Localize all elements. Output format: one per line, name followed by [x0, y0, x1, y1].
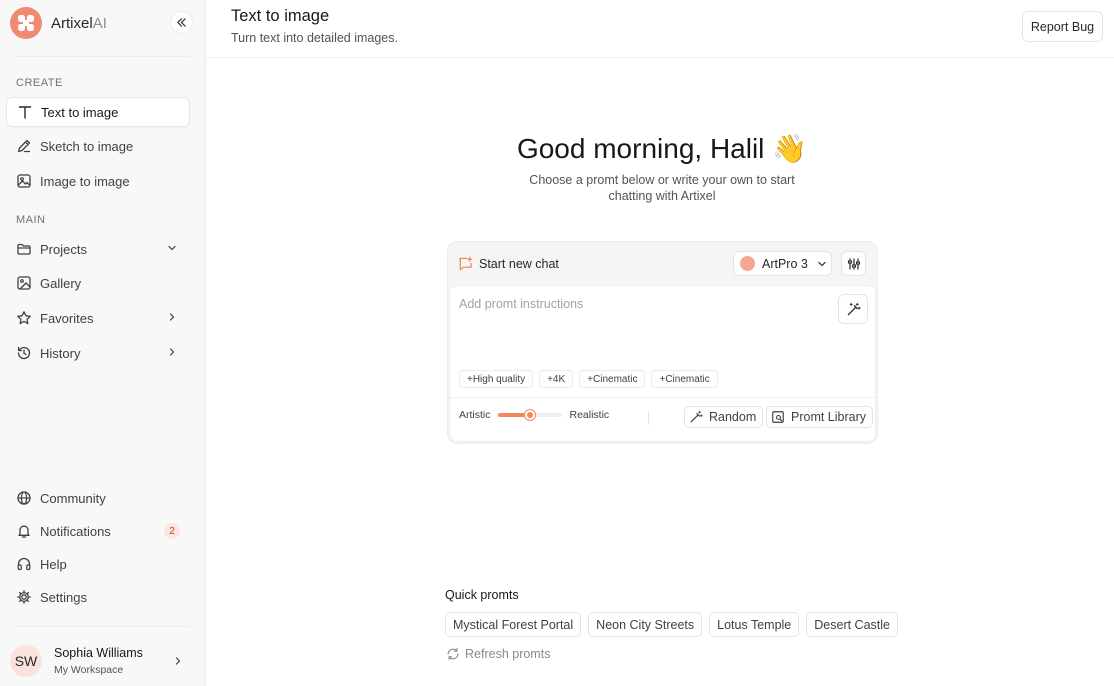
- modifier-chip[interactable]: +High quality: [459, 370, 534, 388]
- sliders-icon: [847, 258, 860, 269]
- collapse-sidebar-button[interactable]: [170, 11, 193, 34]
- slider-left-label: Artistic: [459, 409, 491, 421]
- nav-label: History: [40, 345, 81, 361]
- divider: [648, 411, 649, 425]
- modifier-chips: +High quality +4K +Cinematic +Cinematic: [459, 370, 718, 388]
- style-slider-row: Artistic Realistic: [459, 409, 609, 421]
- brand[interactable]: ArtixelAI: [10, 7, 107, 39]
- chevron-down-icon: [816, 258, 828, 270]
- notification-count-badge: 2: [164, 523, 180, 539]
- history-icon: [16, 345, 32, 361]
- start-new-chat-button[interactable]: Start new chat: [458, 256, 559, 271]
- nav-label: Favorites: [40, 310, 94, 326]
- modifier-chip[interactable]: +Cinematic: [651, 370, 718, 388]
- enhance-prompt-button[interactable]: [838, 294, 868, 324]
- nav-label: Image to image: [40, 173, 130, 189]
- modifier-chip[interactable]: +Cinematic: [579, 370, 646, 388]
- chevron-right-icon: [172, 655, 184, 667]
- nav-item-favorites[interactable]: Favorites: [6, 303, 190, 333]
- nav-item-history[interactable]: History: [6, 338, 190, 368]
- nav-item-community[interactable]: Community: [6, 483, 190, 513]
- nav-item-image-to-image[interactable]: Image to image: [6, 166, 190, 196]
- quick-prompts-list: Mystical Forest Portal Neon City Streets…: [445, 612, 898, 637]
- magic-wand-icon: [689, 410, 703, 424]
- section-label-create: CREATE: [16, 77, 63, 89]
- model-select[interactable]: ArtPro 3: [733, 251, 832, 276]
- nav-label: Notifications: [40, 523, 111, 539]
- artixel-logo-icon: [10, 7, 42, 39]
- chevrons-left-icon: [177, 18, 186, 27]
- refresh-icon: [446, 647, 460, 661]
- divider: [450, 397, 875, 398]
- user-name: Sophia Williams: [54, 646, 143, 660]
- style-slider[interactable]: [497, 410, 562, 420]
- quick-prompt-chip[interactable]: Mystical Forest Portal: [445, 612, 582, 637]
- page-subtitle: Turn text into detailed images.: [231, 31, 398, 45]
- prompt-input[interactable]: [459, 294, 829, 314]
- divider: [16, 56, 190, 57]
- slider-thumb[interactable]: [524, 410, 535, 420]
- report-bug-button[interactable]: Report Bug: [1022, 11, 1103, 42]
- quick-prompts-title: Quick promts: [445, 588, 519, 602]
- library-icon: [771, 410, 785, 424]
- new-chat-icon: [458, 256, 473, 271]
- text-icon: [17, 104, 33, 120]
- user-workspace: My Workspace: [54, 664, 124, 676]
- greeting-heading: Good morning, Halil 👋: [516, 133, 808, 164]
- prompt-editor: +High quality +4K +Cinematic +Cinematic …: [449, 285, 876, 442]
- quick-prompt-chip[interactable]: Desert Castle: [806, 612, 898, 637]
- quick-prompt-chip[interactable]: Lotus Temple: [709, 612, 800, 637]
- image-icon: [16, 173, 32, 189]
- prompt-library-button[interactable]: Promt Library: [766, 406, 874, 428]
- headset-icon: [16, 556, 32, 572]
- globe-icon: [16, 490, 32, 506]
- nav-item-sketch-to-image[interactable]: Sketch to image: [6, 131, 190, 161]
- nav-label: Gallery: [40, 275, 82, 291]
- nav-item-notifications[interactable]: Notifications 2: [6, 516, 190, 546]
- page-header: Text to image Turn text into detailed im…: [207, 0, 1114, 58]
- nav-label: Projects: [40, 241, 87, 257]
- prompt-library-label: Promt Library: [791, 410, 867, 424]
- pen-icon: [16, 138, 32, 154]
- random-label: Random: [709, 410, 757, 424]
- slider-right-label: Realistic: [569, 409, 610, 421]
- divider: [16, 626, 190, 627]
- adjustments-button[interactable]: [841, 251, 866, 276]
- nav-label: Help: [40, 556, 67, 572]
- quick-prompt-chip[interactable]: Neon City Streets: [588, 612, 703, 637]
- nav-item-gallery[interactable]: Gallery: [6, 268, 190, 298]
- chevron-right-icon: [166, 311, 178, 323]
- gear-icon: [16, 589, 32, 605]
- magic-wand-icon: [847, 302, 861, 315]
- page-title: Text to image: [231, 7, 330, 25]
- nav-label: Text to image: [41, 104, 119, 120]
- nav-label: Community: [40, 490, 106, 506]
- folder-icon: [16, 241, 32, 257]
- nav-label: Settings: [40, 589, 87, 605]
- chevron-right-icon: [166, 346, 178, 358]
- greeting-subtitle: Choose a promt below or write your own t…: [529, 173, 795, 203]
- model-logo-icon: [740, 256, 755, 271]
- gallery-icon: [16, 275, 32, 291]
- star-icon: [16, 310, 32, 326]
- modifier-chip[interactable]: +4K: [539, 370, 574, 388]
- new-chat-label: Start new chat: [479, 256, 559, 271]
- model-name: ArtPro 3: [762, 256, 808, 271]
- avatar: SW: [10, 645, 42, 677]
- bell-icon: [16, 523, 32, 539]
- nav-item-text-to-image[interactable]: Text to image: [6, 97, 190, 127]
- user-profile[interactable]: SW Sophia Williams My Workspace: [10, 644, 196, 678]
- nav-item-help[interactable]: Help: [6, 549, 190, 579]
- chevron-down-icon: [166, 242, 178, 254]
- random-button[interactable]: Random: [684, 406, 764, 428]
- refresh-prompts-label: Refresh promts: [465, 647, 551, 661]
- prompt-composer: Start new chat ArtPro 3 +High quality +4…: [447, 241, 878, 444]
- nav-item-projects[interactable]: Projects: [6, 234, 190, 264]
- refresh-prompts-button[interactable]: Refresh promts: [446, 647, 550, 661]
- nav-label: Sketch to image: [40, 138, 134, 154]
- brand-name: ArtixelAI: [51, 14, 107, 32]
- section-label-main: MAIN: [16, 214, 46, 226]
- nav-item-settings[interactable]: Settings: [6, 582, 190, 612]
- sidebar: ArtixelAI CREATE Text to image Sketch to…: [0, 0, 206, 686]
